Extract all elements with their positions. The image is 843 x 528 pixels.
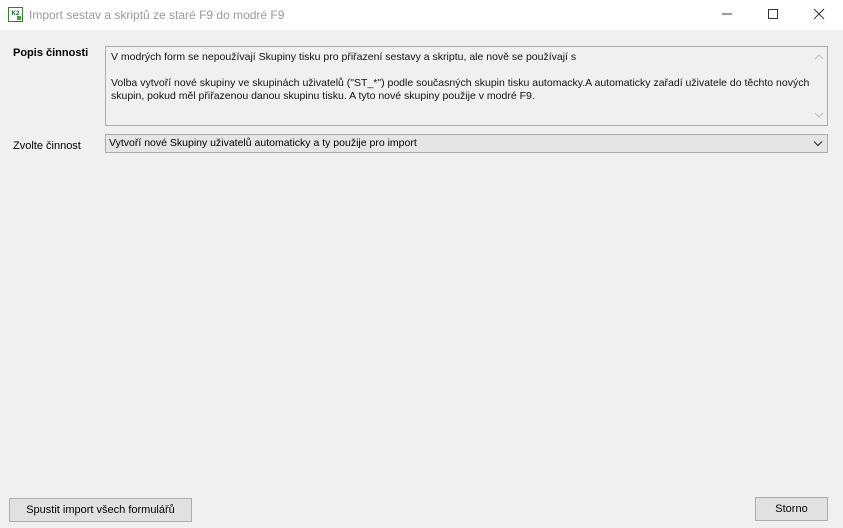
minimize-icon	[722, 13, 732, 15]
description-label: Popis činnosti	[13, 47, 89, 59]
description-text: V modrých form se nepoužívají Skupiny ti…	[111, 51, 810, 102]
title-bar: K2 Import sestav a skriptů ze staré F9 d…	[0, 0, 843, 30]
activity-select[interactable]: Vytvoří nové Skupiny uživatelů automatic…	[105, 134, 828, 153]
cancel-button[interactable]: Storno	[755, 497, 828, 521]
activity-label: Zvolte činnost	[13, 140, 81, 152]
close-icon	[813, 8, 825, 20]
activity-selected-value: Vytvoří nové Skupiny uživatelů automatic…	[109, 137, 417, 149]
minimize-button[interactable]	[704, 0, 750, 30]
maximize-icon	[768, 9, 778, 19]
window-title: Import sestav a skriptů ze staré F9 do m…	[29, 8, 285, 22]
close-button[interactable]	[796, 0, 842, 30]
app-icon: K2	[8, 7, 23, 22]
description-scrollbar[interactable]	[811, 47, 827, 125]
run-import-button[interactable]: Spustit import všech formulářů	[9, 498, 192, 522]
scroll-up-icon[interactable]	[814, 53, 824, 61]
description-textarea[interactable]: V modrých form se nepoužívají Skupiny ti…	[105, 46, 828, 126]
maximize-button[interactable]	[750, 0, 796, 30]
scroll-down-icon[interactable]	[814, 111, 824, 119]
chevron-down-icon	[813, 141, 823, 147]
